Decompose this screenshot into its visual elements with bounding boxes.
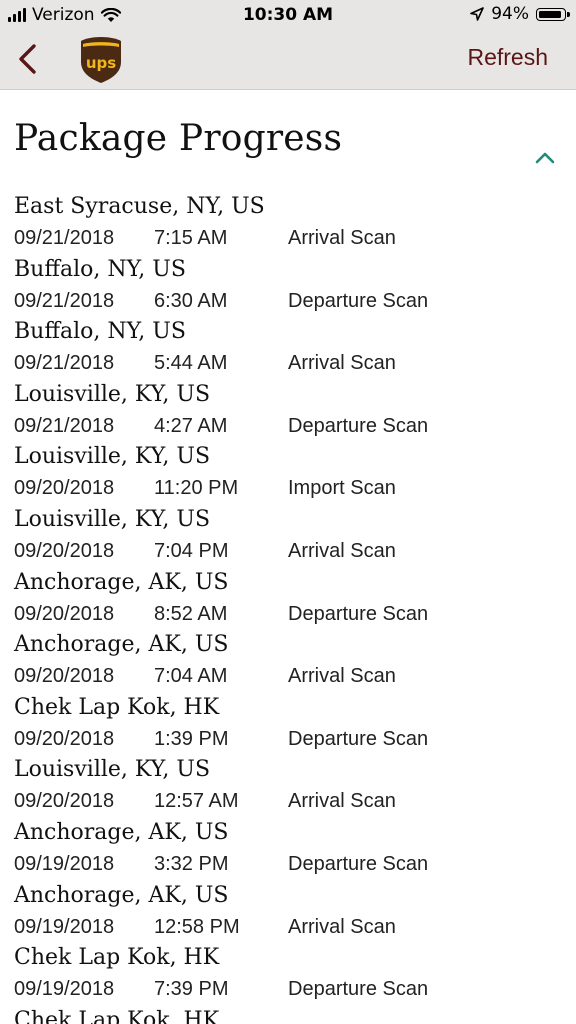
event-time: 12:57 AM bbox=[154, 790, 239, 813]
event-location: Chek Lap Kok, HK bbox=[14, 1007, 220, 1024]
battery-percent: 94% bbox=[491, 4, 529, 24]
list-item: Louisville, KY, US 09/20/2018 11:20 PM Impo… bbox=[14, 444, 564, 507]
location-arrow-icon bbox=[470, 7, 485, 21]
event-location: Anchorage, AK, US bbox=[14, 632, 229, 658]
status-right-group: 94% bbox=[470, 4, 570, 24]
event-location: East Syracuse, NY, US bbox=[14, 194, 265, 219]
event-activity: Arrival Scan bbox=[288, 539, 396, 562]
event-date: 09/21/2018 bbox=[14, 289, 115, 312]
package-progress-section: Package Progress East Syracuse, NY, US 09… bbox=[0, 90, 576, 1024]
event-date: 09/19/2018 bbox=[14, 915, 115, 938]
event-location: Louisville, KY, US bbox=[14, 381, 211, 407]
event-activity: Departure Scan bbox=[288, 289, 429, 312]
event-time: 12:58 PM bbox=[154, 915, 240, 938]
list-item: Louisville, KY, US 09/20/2018 7:04 PM Arriv… bbox=[14, 507, 564, 570]
list-item: Chek Lap Kok, HK 09/19/2018 7:39 PM Departu… bbox=[14, 945, 564, 1008]
tracking-event-list: East Syracuse, NY, US 09/21/2018 7:15 AM Ar… bbox=[14, 194, 564, 1024]
event-date: 09/21/2018 bbox=[14, 227, 115, 249]
event-location: Anchorage, AK, US bbox=[14, 819, 229, 845]
event-activity: Arrival Scan bbox=[288, 227, 396, 249]
event-activity: Arrival Scan bbox=[288, 352, 396, 375]
event-date: 09/21/2018 bbox=[14, 352, 115, 375]
event-date: 09/19/2018 bbox=[14, 852, 115, 875]
event-location: Louisville, KY, US bbox=[14, 757, 211, 783]
ups-logo: ups bbox=[81, 37, 121, 83]
event-date: 09/21/2018 bbox=[14, 414, 115, 437]
event-date: 09/20/2018 bbox=[14, 539, 115, 562]
chevron-left-icon bbox=[19, 44, 36, 74]
event-date: 09/20/2018 bbox=[14, 602, 115, 625]
list-item: Anchorage, AK, US 09/19/2018 3:32 PM Depart… bbox=[14, 820, 564, 883]
event-time: 7:15 AM bbox=[154, 227, 228, 249]
event-time: 3:32 PM bbox=[154, 852, 229, 875]
event-activity: Departure Scan bbox=[288, 978, 429, 1001]
ups-logo-text: ups bbox=[86, 54, 116, 72]
event-location: Chek Lap Kok, HK bbox=[14, 694, 220, 720]
event-time: 7:04 PM bbox=[154, 539, 229, 562]
list-item: Chek Lap Kok, HK bbox=[14, 1008, 564, 1024]
event-location: Louisville, KY, US bbox=[14, 444, 211, 470]
back-button[interactable] bbox=[12, 40, 46, 78]
event-activity: Arrival Scan bbox=[288, 790, 396, 813]
event-activity: Departure Scan bbox=[288, 852, 429, 875]
list-item: Chek Lap Kok, HK 09/20/2018 1:39 PM Departu… bbox=[14, 695, 564, 758]
battery-icon bbox=[536, 7, 570, 21]
event-time: 8:52 AM bbox=[154, 602, 228, 625]
list-item: Anchorage, AK, US 09/19/2018 12:58 PM Arriv… bbox=[14, 883, 564, 946]
list-item: Louisville, KY, US 09/20/2018 12:57 AM Arri… bbox=[14, 757, 564, 820]
event-time: 11:20 PM bbox=[154, 477, 239, 500]
event-date: 09/20/2018 bbox=[14, 727, 115, 750]
event-time: 7:04 AM bbox=[154, 665, 228, 688]
collapse-toggle[interactable] bbox=[530, 148, 560, 168]
refresh-button[interactable]: Refresh bbox=[467, 44, 548, 71]
event-date: 09/19/2018 bbox=[14, 978, 115, 1001]
event-activity: Departure Scan bbox=[288, 727, 429, 750]
event-activity: Arrival Scan bbox=[288, 665, 396, 688]
event-date: 09/20/2018 bbox=[14, 477, 115, 500]
event-location: Buffalo, NY, US bbox=[14, 256, 186, 282]
event-location: Chek Lap Kok, HK bbox=[14, 945, 220, 971]
list-item: Anchorage, AK, US 09/20/2018 8:52 AM Depart… bbox=[14, 570, 564, 633]
event-activity: Departure Scan bbox=[288, 414, 429, 437]
list-item: Louisville, KY, US 09/21/2018 4:27 AM Depar… bbox=[14, 382, 564, 445]
event-activity: Departure Scan bbox=[288, 602, 429, 625]
app-header: Verizon 10:30 AM 94% ups Refresh bbox=[0, 0, 576, 90]
event-time: 1:39 PM bbox=[154, 727, 229, 750]
status-bar: Verizon 10:30 AM 94% bbox=[0, 0, 576, 30]
event-location: Anchorage, AK, US bbox=[14, 569, 229, 595]
event-time: 7:39 PM bbox=[154, 978, 229, 1001]
list-item: Buffalo, NY, US 09/21/2018 6:30 AM Departur… bbox=[14, 257, 564, 320]
event-activity: Arrival Scan bbox=[288, 915, 396, 938]
event-location: Anchorage, AK, US bbox=[14, 882, 229, 908]
event-time: 4:27 AM bbox=[154, 414, 228, 437]
battery-fill bbox=[539, 10, 561, 18]
list-item: Buffalo, NY, US 09/21/2018 5:44 AM Arrival … bbox=[14, 319, 564, 382]
event-time: 5:44 AM bbox=[154, 352, 228, 375]
event-time: 6:30 AM bbox=[154, 289, 228, 312]
list-item: Anchorage, AK, US 09/20/2018 7:04 AM Arriva… bbox=[14, 632, 564, 695]
list-item: East Syracuse, NY, US 09/21/2018 7:15 AM Ar… bbox=[14, 194, 564, 257]
event-activity: Import Scan bbox=[288, 477, 396, 500]
page-title: Package Progress bbox=[14, 118, 343, 159]
chevron-up-icon bbox=[535, 152, 555, 164]
event-location: Buffalo, NY, US bbox=[14, 319, 186, 345]
event-date: 09/20/2018 bbox=[14, 665, 115, 688]
event-location: Louisville, KY, US bbox=[14, 506, 211, 532]
event-date: 09/20/2018 bbox=[14, 790, 115, 813]
